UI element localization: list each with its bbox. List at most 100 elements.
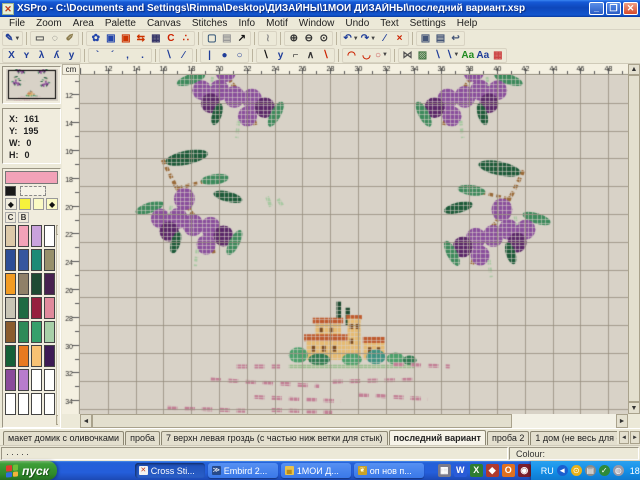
menu-file[interactable]: File: [4, 18, 30, 29]
blend-diamond-2[interactable]: ◆: [46, 198, 58, 210]
menu-canvas[interactable]: Canvas: [142, 18, 186, 29]
longstitch-2-button[interactable]: ∖▼: [445, 49, 460, 62]
menu-area[interactable]: Area: [68, 18, 99, 29]
palette-swatch[interactable]: [31, 345, 42, 367]
mirror-tool[interactable]: ∴: [178, 32, 193, 45]
schedule-icon[interactable]: ▦: [438, 464, 451, 477]
undo-button[interactable]: ↶▼: [342, 32, 359, 45]
palette-swatch[interactable]: [31, 225, 42, 247]
curve-tool-2[interactable]: ◡: [359, 49, 374, 62]
dropdown-arrow-icon[interactable]: ▼: [370, 36, 376, 42]
update-icon[interactable]: ⊙: [571, 465, 582, 476]
palette-swatch[interactable]: [18, 249, 29, 271]
palette-swatch[interactable]: [18, 321, 29, 343]
palette-swatch[interactable]: [44, 369, 55, 391]
palette-swatch[interactable]: [5, 321, 16, 343]
zoom-in-button[interactable]: ⊕: [286, 32, 301, 45]
close-button[interactable]: ✕: [623, 2, 638, 15]
horizontal-scrollbar[interactable]: ◄ ►: [80, 414, 628, 428]
palette-swatch[interactable]: [18, 273, 29, 295]
scroll-right-button[interactable]: ►: [616, 414, 628, 428]
palette-scrollbar[interactable]: ▲▼: [56, 225, 58, 425]
palette-swatch[interactable]: [44, 393, 55, 415]
task-button[interactable]: ≫Embird 2...: [208, 463, 278, 478]
palette-swatch[interactable]: [5, 273, 16, 295]
media-icon[interactable]: ◉: [518, 464, 531, 477]
scroll-left-button[interactable]: ◄: [80, 414, 92, 428]
palette-swatch[interactable]: [31, 393, 42, 415]
delete-button[interactable]: ×: [392, 32, 407, 45]
palette-swatch[interactable]: [31, 369, 42, 391]
dropdown-arrow-icon[interactable]: ▼: [353, 36, 359, 42]
menu-palette[interactable]: Palette: [100, 18, 141, 29]
palette-swatch[interactable]: [44, 249, 55, 271]
task-button[interactable]: ▄1МОИ Д...: [281, 463, 351, 478]
tabs-scroll-right-button[interactable]: ►: [630, 431, 640, 444]
black-color-swatch[interactable]: [5, 186, 16, 196]
palette-swatch[interactable]: [5, 297, 16, 319]
pencil-tool[interactable]: ✎▼: [4, 32, 21, 45]
opera-icon[interactable]: O: [502, 464, 515, 477]
pointer-arrow-icon[interactable]: ↗: [234, 32, 249, 45]
freehand-select-tool[interactable]: ◌: [47, 32, 62, 45]
redo-button[interactable]: ↷▼: [360, 32, 377, 45]
flower-motif-tool[interactable]: ✿: [88, 32, 103, 45]
menu-info[interactable]: Info: [233, 18, 260, 29]
palette-swatch[interactable]: [5, 369, 16, 391]
move-motif-tool[interactable]: ⇆: [133, 32, 148, 45]
knot-icon[interactable]: ⋈: [400, 49, 415, 62]
palette-swatch[interactable]: [44, 345, 55, 367]
antivirus-icon[interactable]: ✓: [599, 465, 610, 476]
network-icon[interactable]: ◍: [613, 465, 624, 476]
rect-select-tool[interactable]: ▭: [32, 32, 47, 45]
zoom-actual-button[interactable]: ⊙: [316, 32, 331, 45]
bead-open-button[interactable]: ○: [232, 49, 247, 62]
menu-undo[interactable]: Undo: [340, 18, 374, 29]
curve-tool-1[interactable]: ◠: [344, 49, 359, 62]
scroll-up-button[interactable]: ▲: [628, 64, 640, 75]
dropdown-arrow-icon[interactable]: ▼: [14, 36, 20, 42]
palette-swatch[interactable]: [5, 225, 16, 247]
empty-color-swatch[interactable]: [20, 186, 46, 196]
back-button[interactable]: ↩: [448, 32, 463, 45]
backstitch-corner-button[interactable]: ⌐: [288, 49, 303, 62]
palette-scroll-up-button[interactable]: ▲: [56, 225, 58, 235]
task-button[interactable]: ✕Cross Sti...: [135, 463, 205, 478]
backstitch-red-button[interactable]: ∖: [318, 49, 333, 62]
half-fwd-stitch-button[interactable]: ∕: [176, 49, 191, 62]
palette-swatch[interactable]: [18, 297, 29, 319]
menu-stitches[interactable]: Stitches: [187, 18, 233, 29]
zoom-out-button[interactable]: ⊖: [301, 32, 316, 45]
palette-swatch[interactable]: [31, 249, 42, 271]
quarter-mark-1[interactable]: `: [90, 49, 105, 62]
quarter-mark-4[interactable]: .: [135, 49, 150, 62]
palette-swatch[interactable]: [18, 225, 29, 247]
pattern-tab[interactable]: последний вариант: [389, 430, 486, 445]
blend-diamond-1[interactable]: ◆: [5, 198, 17, 210]
circle-tool[interactable]: ○▼: [374, 49, 389, 62]
vertical-scroll-thumb[interactable]: [628, 75, 640, 402]
menu-window[interactable]: Window: [294, 18, 340, 29]
task-button[interactable]: ❦оп нов п...: [354, 463, 424, 478]
menu-text[interactable]: Text: [375, 18, 403, 29]
graphics-icon[interactable]: ◆: [486, 464, 499, 477]
palette-swatch[interactable]: [18, 345, 29, 367]
quarter-mark-2[interactable]: ´: [105, 49, 120, 62]
word-icon[interactable]: W: [454, 464, 467, 477]
current-color-swatch[interactable]: [5, 171, 58, 184]
menu-help[interactable]: Help: [452, 18, 483, 29]
copy-chart-button[interactable]: ▣: [418, 32, 433, 45]
tabs-scroll-left-button[interactable]: ◄: [619, 431, 629, 444]
language-indicator[interactable]: RU: [541, 466, 554, 476]
half-stitch-button[interactable]: λ: [34, 49, 49, 62]
dropdown-arrow-icon[interactable]: ▼: [453, 52, 459, 58]
pattern-tab[interactable]: проба 2: [487, 431, 529, 445]
pattern-tab[interactable]: проба: [125, 431, 160, 445]
vertical-stitch-button[interactable]: |: [202, 49, 217, 62]
palette-swatch[interactable]: [31, 273, 42, 295]
color-yellow[interactable]: [19, 198, 31, 210]
palette-swatch[interactable]: [44, 273, 55, 295]
pattern-tab[interactable]: 7 верхн левая гроздь (с частью ниж ветки…: [161, 431, 388, 445]
pattern-tab[interactable]: макет домик с оливочками: [3, 431, 124, 445]
palette-swatch[interactable]: [18, 393, 29, 415]
